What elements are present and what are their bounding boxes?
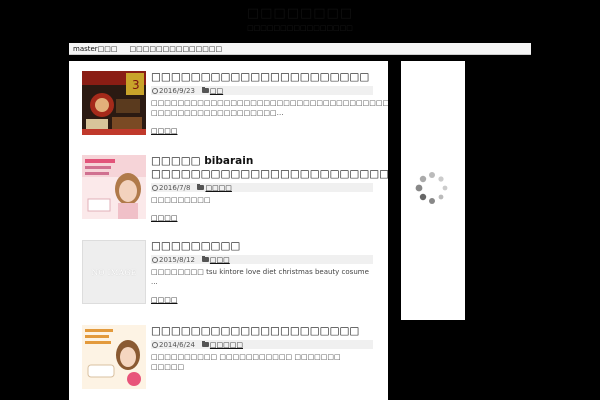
post-date: 2014/6/24 [159,340,195,349]
clock-icon [152,184,158,191]
loading-spinner-icon [415,172,448,204]
folder-icon [201,341,209,347]
no-image-placeholder[interactable]: NO IMAGE [82,240,146,304]
post-date: 2016/7/8 [159,183,191,192]
post-body: □□□□□□□□□ 2015/8/12 □□□ □□□□□□□□ tsu kin… [151,240,373,306]
post-title[interactable]: □□□□□□□□□□□□□□□□□□□□□ [151,325,373,338]
post-date: 2015/8/12 [159,255,195,264]
post-thumbnail[interactable]: 3 [82,71,146,135]
nav-item-second[interactable]: □□□□□□□□□□□□□□ [130,45,223,53]
svg-text:3: 3 [132,78,140,92]
no-image-text: NO IMAGE [91,267,137,277]
post-title[interactable]: □□□□□□□□□□□□□□□□□□□□□□ [151,71,373,84]
post-title[interactable]: □□□□□□□□□ [151,240,373,253]
post-thumbnail[interactable] [82,325,146,389]
woman-photo-icon [82,155,146,219]
site-header: □□□□□□□□ □□□□□□□□□□□□□□□□ [0,0,600,42]
nav-bar: master□□□ □□□□□□□□□□□□□□ [69,43,531,55]
post-date: 2016/9/23 [159,86,195,95]
post-body: □□□□□□□□□□□□□□□□□□□□□ 2014/6/24 □□□□□ □□… [151,325,373,372]
post-meta: 2014/6/24 □□□□□ [151,340,373,349]
post-category[interactable]: □□□□ [205,184,231,192]
cosmetics-photo-icon [82,325,146,389]
post-meta: 2016/9/23 □□ [151,86,373,95]
read-more-link[interactable]: □□□□ [151,127,177,135]
site-title[interactable]: □□□□□□□□ [0,6,600,21]
post-list: 3 □□□□□□□□□□□□□□□□□□□□□□ 2016/9/23 □□ □□… [69,61,388,400]
post-excerpt: □□□□□□□□□ [151,196,211,204]
product-photo-icon: 3 [82,71,146,135]
clock-icon [152,87,158,94]
post-category[interactable]: □□ [210,87,223,95]
post-body: □□□□□ bibarain □□□□□□□□□□□□□□□□□□□□□□□□□… [151,155,388,224]
site-description: □□□□□□□□□□□□□□□□ [247,24,353,32]
post-excerpt: □□□□□□□□□□ □□□□□□□□□□□ □□□□□□□ □□□□□ [151,353,341,371]
folder-icon [201,256,209,262]
read-more-link[interactable]: □□□□ [151,296,177,304]
clock-icon [152,256,158,263]
folder-icon [201,87,209,93]
post-meta: 2016/7/8 □□□□ [151,183,373,192]
nav-item-master[interactable]: master□□□ [73,45,118,53]
post-title[interactable]: □□□□□ bibarain □□□□□□□□□□□□□□□□□□□□□□□□□… [151,155,388,181]
post-thumbnail[interactable] [82,155,146,219]
sidebar-widget [401,61,465,320]
folder-icon [197,184,205,190]
post-body: □□□□□□□□□□□□□□□□□□□□□□ 2016/9/23 □□ □□□□… [151,71,388,137]
read-more-link[interactable]: □□□□ [151,214,177,222]
post-category[interactable]: □□□□□ [210,341,243,349]
post-category[interactable]: □□□ [210,256,230,264]
post-meta: 2015/8/12 □□□ [151,255,373,264]
post-excerpt: □□□□□□□□ tsu kintore love diet christmas… [151,268,369,286]
clock-icon [152,341,158,348]
post-excerpt: □□□□□□□□□□□□□□□□□□□□□□□□□□□□□□□□□□□□ □□□□… [151,99,388,117]
